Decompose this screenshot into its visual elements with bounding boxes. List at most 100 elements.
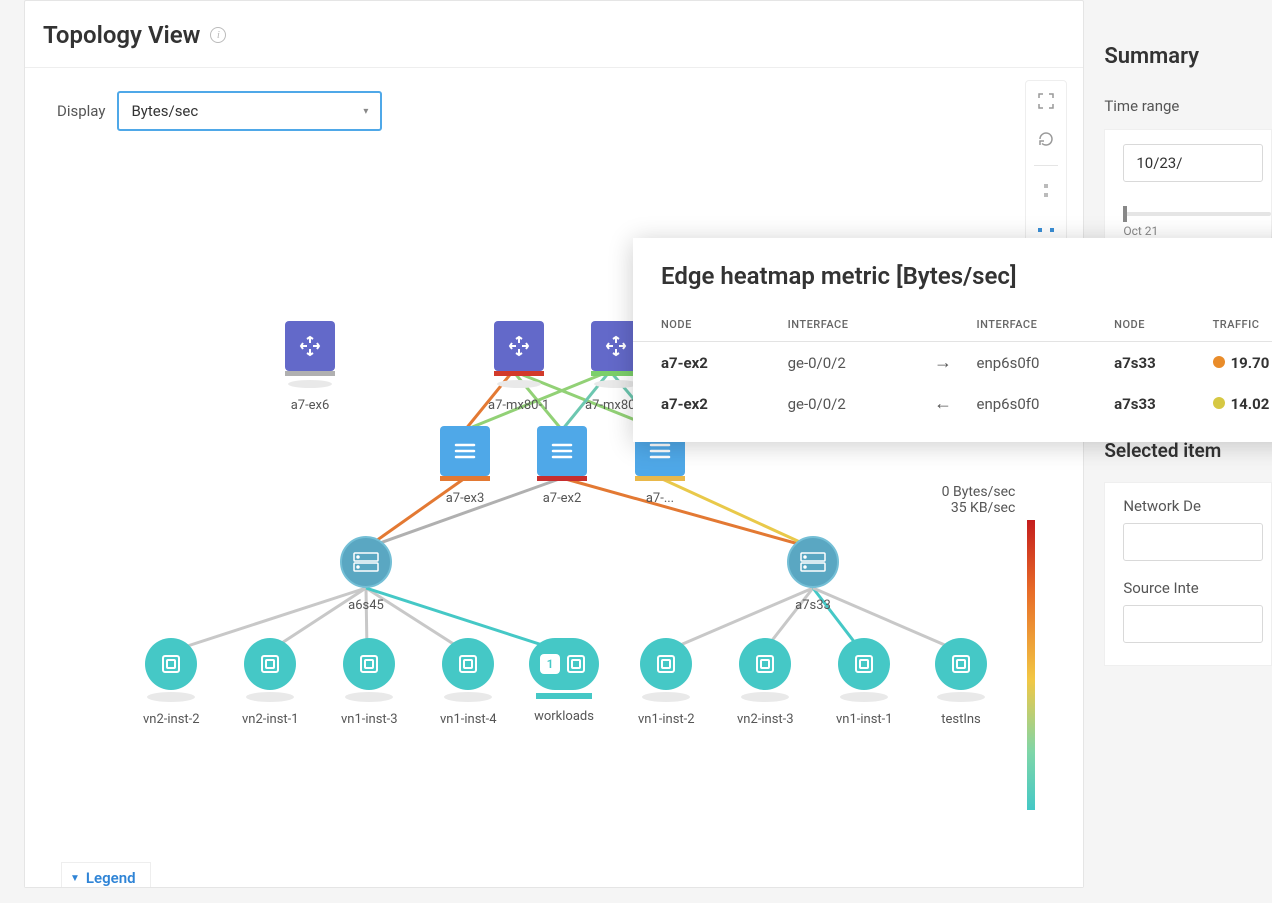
traffic-dot-icon: [1213, 356, 1225, 368]
server-icon: [340, 536, 392, 588]
tooltip-th: NODE: [633, 308, 782, 342]
vm-icon: [935, 638, 987, 690]
node-label: a6s45: [340, 598, 392, 613]
node-label: vn1-inst-3: [341, 712, 398, 727]
tooltip-th: TRAFFIC: [1207, 308, 1272, 342]
switch-icon: [537, 426, 587, 476]
workloads-node[interactable]: 1 workloads: [529, 638, 599, 724]
tt-node-a: a7-ex2: [633, 383, 782, 424]
display-select[interactable]: Bytes/sec ▾: [117, 91, 382, 131]
node-label: a7-ex2: [537, 491, 587, 506]
router-node-a7-ex6[interactable]: a7-ex6: [285, 321, 335, 413]
time-slider[interactable]: [1123, 212, 1271, 216]
node-shadow: [246, 692, 294, 702]
legend-label: Legend: [86, 869, 136, 887]
layout-vertical-icon[interactable]: [1034, 180, 1058, 204]
node-label: vn1-inst-1: [836, 712, 893, 727]
vm-node-vn2-inst-3[interactable]: vn2-inst-3: [737, 638, 794, 727]
node-shadow: [642, 692, 690, 702]
fullscreen-icon[interactable]: [1034, 89, 1058, 113]
node-heat-indicator: [537, 476, 587, 481]
router-node-a7-mx80-1[interactable]: a7-mx80-1: [488, 321, 549, 413]
node-label: a7-...: [635, 491, 685, 506]
tooltip-th: INTERFACE: [971, 308, 1109, 342]
server-node-a7s33[interactable]: a7s33: [787, 536, 839, 613]
slider-handle[interactable]: [1123, 206, 1127, 222]
node-shadow: [345, 692, 393, 702]
vm-node-vn1-inst-4[interactable]: vn1-inst-4: [440, 638, 497, 727]
node-shadow: [594, 380, 638, 388]
slider-tick-label: Oct 21: [1123, 224, 1271, 238]
node-label: testIns: [935, 712, 987, 727]
tooltip-row: a7-ex2 ge-0/0/2 ← enp6s0f0 a7s33 14.02: [633, 383, 1272, 424]
vm-node-vn1-inst-2[interactable]: vn1-inst-2: [638, 638, 695, 727]
node-label: workloads: [529, 709, 599, 724]
tooltip-th: NODE: [1108, 308, 1206, 342]
node-heat-indicator: [285, 371, 335, 376]
node-label: a7-mx80-1: [488, 398, 549, 413]
topology-canvas[interactable]: Display Bytes/sec ▾: [25, 67, 1083, 887]
node-shadow: [147, 692, 195, 702]
edge-heatmap-tooltip: Edge heatmap metric [Bytes/sec] NODEINTE…: [633, 238, 1272, 442]
switch-node-a7-ex2[interactable]: a7-ex2: [537, 426, 587, 506]
time-range-label: Time range: [1104, 97, 1272, 115]
legend-toggle[interactable]: ▼ Legend: [61, 862, 151, 887]
selected-item-block: Network De Source Inte: [1104, 482, 1272, 666]
vm-node-vn1-inst-1[interactable]: vn1-inst-1: [836, 638, 893, 727]
network-device-label: Network De: [1123, 497, 1271, 515]
source-interface-input[interactable]: [1123, 605, 1263, 643]
node-label: a7-ex3: [440, 491, 490, 506]
switch-icon: [440, 426, 490, 476]
node-heat-indicator: [440, 476, 490, 481]
arrow-icon: →: [915, 342, 970, 384]
summary-panel: Summary Time range 10/23/ Oct 21 Traffic…: [1104, 0, 1272, 888]
vm-icon: [640, 638, 692, 690]
node-heat-indicator: [635, 476, 685, 481]
router-icon: [285, 321, 335, 371]
tooltip-row: a7-ex2 ge-0/0/2 → enp6s0f0 a7s33 19.70: [633, 342, 1272, 384]
vm-node-vn2-inst-1[interactable]: vn2-inst-1: [242, 638, 299, 727]
colorbar-max-label: 35 KB/sec: [951, 500, 1015, 516]
tt-iface-b: enp6s0f0: [971, 342, 1109, 384]
chevron-down-icon: ▾: [363, 106, 368, 117]
node-shadow: [288, 380, 332, 388]
vm-node-vn1-inst-3[interactable]: vn1-inst-3: [341, 638, 398, 727]
tt-node-a: a7-ex2: [633, 342, 782, 384]
selected-item-title: Selected item: [1104, 439, 1272, 462]
node-shadow: [497, 380, 541, 388]
info-icon[interactable]: i: [210, 27, 226, 43]
workloads-icon: 1: [529, 638, 599, 690]
display-label: Display: [57, 102, 105, 120]
server-node-a6s45[interactable]: a6s45: [340, 536, 392, 613]
tt-iface-b: enp6s0f0: [971, 383, 1109, 424]
node-label: a7-ex6: [285, 398, 335, 413]
tt-node-b: a7s33: [1108, 383, 1206, 424]
node-underline: [536, 693, 592, 699]
vm-node-testIns[interactable]: testIns: [935, 638, 987, 727]
node-label: vn2-inst-2: [143, 712, 200, 727]
date-range-input[interactable]: 10/23/: [1123, 144, 1263, 182]
node-label: vn1-inst-2: [638, 712, 695, 727]
traffic-dot-icon: [1213, 397, 1225, 409]
page-title: Topology View: [43, 21, 200, 49]
reset-icon[interactable]: [1034, 127, 1058, 151]
vm-icon: [343, 638, 395, 690]
caret-down-icon: ▼: [70, 873, 80, 884]
vm-icon: [838, 638, 890, 690]
node-shadow: [840, 692, 888, 702]
switch-node-a7-ex3[interactable]: a7-ex3: [440, 426, 490, 506]
tooltip-table: NODEINTERFACEINTERFACENODETRAFFIC a7-ex2…: [633, 308, 1272, 424]
summary-title: Summary: [1104, 44, 1272, 69]
vm-icon: [145, 638, 197, 690]
tt-iface-a: ge-0/0/2: [782, 342, 916, 384]
arrow-icon: ←: [915, 383, 970, 424]
network-device-input[interactable]: [1123, 523, 1263, 561]
source-interface-label: Source Inte: [1123, 579, 1271, 597]
node-label: a7s33: [787, 598, 839, 613]
node-shadow: [741, 692, 789, 702]
vm-icon: [442, 638, 494, 690]
router-icon: [494, 321, 544, 371]
node-heat-indicator: [494, 371, 544, 376]
tt-traffic: 14.02: [1207, 383, 1272, 424]
vm-node-vn2-inst-2[interactable]: vn2-inst-2: [143, 638, 200, 727]
